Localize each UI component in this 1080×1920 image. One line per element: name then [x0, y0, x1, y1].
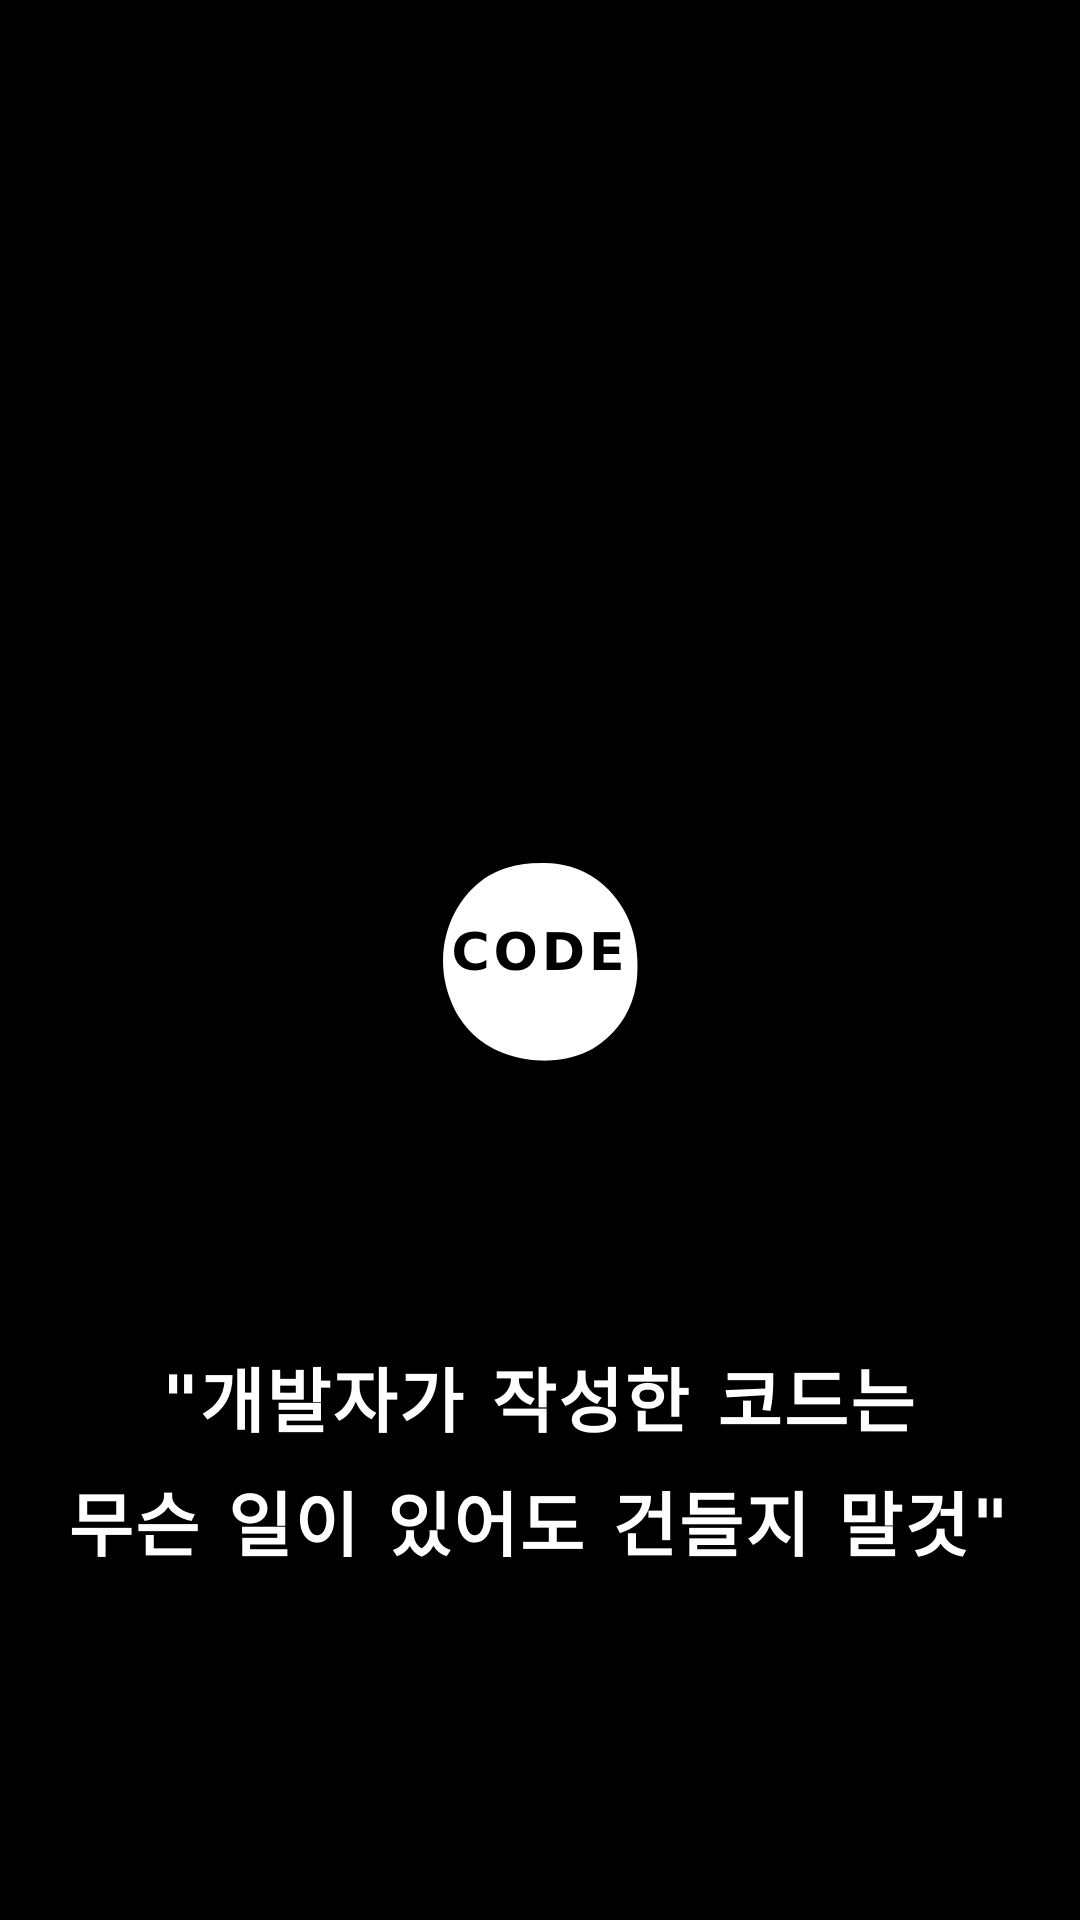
code-badge: CODE [440, 860, 640, 1062]
quote-line-2: 무슨 일이 있어도 건들지 말것" [69, 1485, 1011, 1567]
badge-label: CODE [451, 923, 628, 983]
quote-line-1: "개발자가 작성한 코드는 [162, 1361, 918, 1443]
code-badge-circle: CODE [443, 862, 638, 1061]
dark-background: CODE "개발자가 작성한 코드는 무슨 일이 있어도 건들지 말것" [0, 0, 1080, 1920]
quote-caption: "개발자가 작성한 코드는 무슨 일이 있어도 건들지 말것" [0, 1340, 1080, 1588]
